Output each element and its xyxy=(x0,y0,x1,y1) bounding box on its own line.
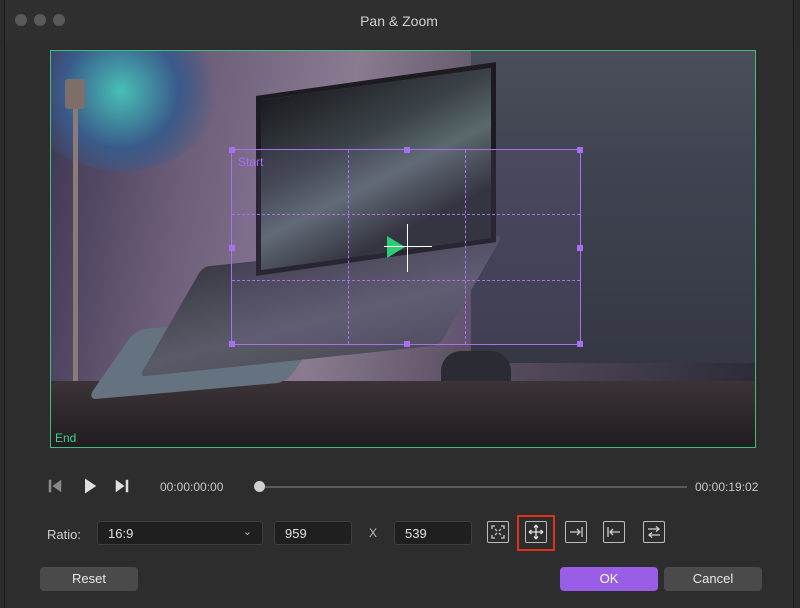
pan-zoom-dialog: Pan & Zoom Start End 00:00:00:00 00:00:1… xyxy=(4,0,794,608)
window-title: Pan & Zoom xyxy=(360,13,438,29)
resize-handle-left[interactable] xyxy=(229,245,235,251)
width-input[interactable]: 959 xyxy=(274,521,352,545)
timeline-track[interactable] xyxy=(259,486,687,488)
title-bar: Pan & Zoom xyxy=(5,0,793,42)
resize-handle-bottom-right[interactable] xyxy=(577,341,583,347)
resize-handle-top-right[interactable] xyxy=(577,147,583,153)
ok-button[interactable]: OK xyxy=(560,567,658,591)
timeline-scrubber[interactable] xyxy=(253,481,265,492)
end-label: End xyxy=(55,431,77,445)
end-time: 00:00:19:02 xyxy=(695,480,759,494)
fit-to-frame-button[interactable] xyxy=(487,521,509,543)
reset-button[interactable]: Reset xyxy=(40,567,138,591)
grid-line xyxy=(232,280,580,281)
skip-to-end-button[interactable] xyxy=(112,476,132,496)
resize-handle-bottom-left[interactable] xyxy=(229,341,235,347)
align-left-button[interactable] xyxy=(603,521,625,543)
resize-handle-right[interactable] xyxy=(577,245,583,251)
ratio-label: Ratio: xyxy=(47,527,81,542)
chevron-down-icon: ⌄ xyxy=(242,526,252,538)
grid-line xyxy=(232,214,580,215)
playback-controls: 00:00:00:00 00:00:19:02 xyxy=(5,476,793,500)
skip-to-start-button[interactable] xyxy=(45,476,65,496)
ratio-select[interactable]: 16:9 ⌄ xyxy=(97,521,263,545)
swap-start-end-button[interactable] xyxy=(643,521,665,543)
move-tool-button[interactable] xyxy=(525,521,547,543)
ratio-value: 16:9 xyxy=(108,526,134,541)
align-right-button[interactable] xyxy=(565,521,587,543)
arrow-to-left-icon xyxy=(607,527,620,537)
start-label: Start xyxy=(238,155,264,169)
arrow-to-right-icon xyxy=(570,527,583,537)
play-icon xyxy=(85,478,97,494)
swap-arrows-icon xyxy=(647,526,661,538)
resize-handle-bottom[interactable] xyxy=(404,341,410,347)
resize-handle-top[interactable] xyxy=(404,147,410,153)
height-input[interactable]: 539 xyxy=(394,521,472,545)
play-button[interactable] xyxy=(80,476,100,496)
skip-back-icon xyxy=(48,479,62,493)
start-crop-box[interactable]: Start xyxy=(229,147,583,347)
current-time: 00:00:00:00 xyxy=(160,480,224,494)
grid-line xyxy=(348,150,349,344)
center-crosshair[interactable] xyxy=(384,246,432,247)
move-arrows-icon xyxy=(528,524,544,540)
center-crosshair-vertical[interactable] xyxy=(407,224,408,272)
skip-forward-icon xyxy=(115,479,129,493)
video-preview: Start End xyxy=(50,50,756,448)
fit-frame-icon xyxy=(491,525,505,539)
grid-line xyxy=(465,150,466,344)
dimension-separator: X xyxy=(369,526,378,540)
motion-direction-arrow-icon xyxy=(387,236,405,258)
cancel-button[interactable]: Cancel xyxy=(664,567,762,591)
resize-handle-top-left[interactable] xyxy=(229,147,235,153)
